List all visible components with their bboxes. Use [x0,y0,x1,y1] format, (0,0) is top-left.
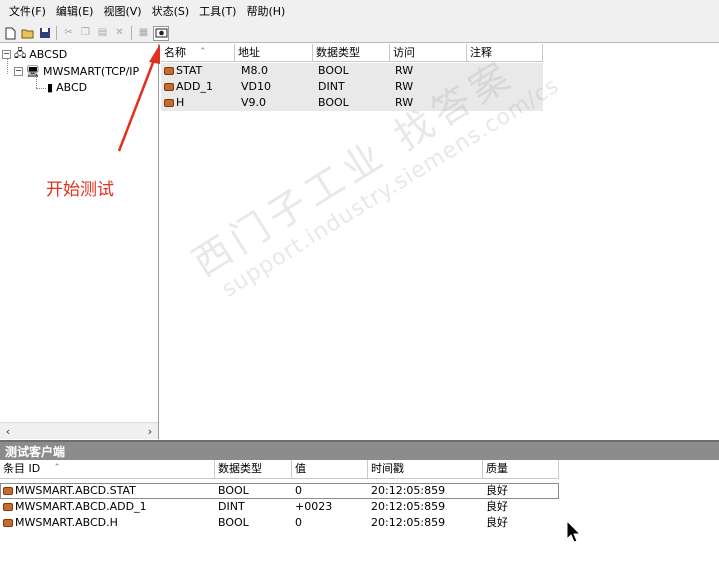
column-item-id[interactable]: 条目 ID ˆ [0,460,215,479]
test-client-header: 条目 ID ˆ 数据类型 值 时间戳 质量 [0,460,719,479]
sort-icon: ˆ [54,462,60,475]
mouse-cursor-icon [566,520,582,543]
column-quality[interactable]: 质量 [483,460,559,479]
column-value[interactable]: 值 [292,460,368,479]
table-row[interactable]: MWSMART.ABCD.H BOOL 0 20:12:05:859 良好 [0,515,719,531]
table-row[interactable]: MWSMART.ABCD.STAT BOOL 0 20:12:05:859 良好 [0,483,559,499]
column-timestamp[interactable]: 时间戳 [368,460,483,479]
annotation-text: 开始测试 [46,180,114,200]
column-data-type[interactable]: 数据类型 [215,460,292,479]
item-icon [3,503,13,511]
test-client-title: 测试客户端 [0,440,719,460]
table-row[interactable]: MWSMART.ABCD.ADD_1 DINT +0023 20:12:05:8… [0,499,719,515]
test-client-list: 条目 ID ˆ 数据类型 值 时间戳 质量 MWSMART.ABCD.STAT B… [0,460,719,573]
item-icon [3,519,13,527]
item-icon [3,487,13,495]
